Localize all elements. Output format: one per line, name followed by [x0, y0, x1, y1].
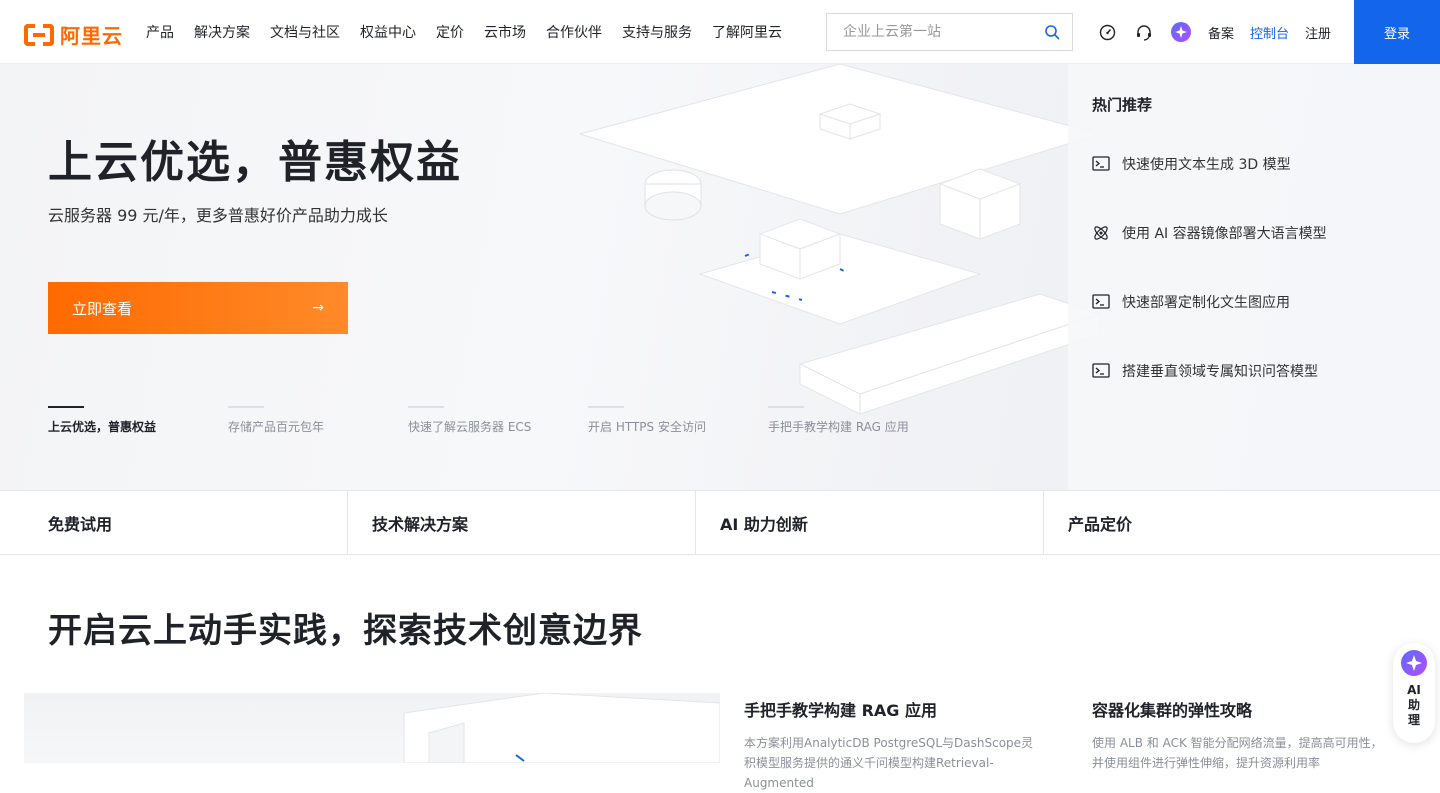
terminal-icon: [1092, 363, 1110, 378]
main-nav: 产品 解决方案 文档与社区 权益中心 定价 云市场 合作伙伴 支持与服务 了解阿…: [146, 0, 782, 64]
practice-card-desc: 使用 ALB 和 ACK 智能分配网络流量，提高高可用性，并使用组件进行弹性伸缩…: [1092, 736, 1383, 770]
ai-assistant-icon[interactable]: [1171, 22, 1191, 42]
record-link[interactable]: 备案: [1208, 23, 1234, 42]
nav-item-support[interactable]: 支持与服务: [622, 22, 692, 42]
category-tech-solutions[interactable]: 技术解决方案: [348, 491, 696, 555]
view-now-button[interactable]: 立即查看 →: [48, 282, 348, 334]
logo-mark-icon: [24, 23, 54, 46]
search-box: [826, 13, 1073, 51]
hot-item-4[interactable]: 搭建垂直领域专属知识问答模型: [1092, 361, 1318, 381]
practice-card-container[interactable]: 容器化集群的弹性攻略 使用 ALB 和 ACK 智能分配网络流量，提高高可用性，…: [1092, 697, 1392, 773]
practice-card-title: 容器化集群的弹性攻略: [1092, 701, 1253, 720]
hero-tab-3[interactable]: 快速了解云服务器 ECS: [408, 406, 588, 435]
console-link[interactable]: 控制台: [1250, 23, 1289, 42]
hero-tab-label: 手把手教学构建 RAG 应用: [768, 420, 909, 434]
category-free-trial[interactable]: 免费试用: [0, 491, 348, 555]
category-product-pricing[interactable]: 产品定价: [1044, 491, 1416, 555]
gauge-icon[interactable]: [1097, 22, 1117, 42]
ai-assistant-float-button[interactable]: AI助理: [1393, 643, 1435, 743]
hero-banner: 上云优选，普惠权益 云服务器 99 元/年，更多普惠好价产品助力成长 立即查看 …: [0, 64, 1440, 490]
hot-item-label: 使用 AI 容器镜像部署大语言模型: [1122, 226, 1327, 242]
hero-title: 上云优选，普惠权益: [48, 137, 462, 188]
hot-item-label: 快速使用文本生成 3D 模型: [1122, 157, 1291, 173]
aliyun-logo[interactable]: 阿里云: [24, 20, 123, 49]
hero-tab-indicator: [588, 406, 624, 408]
hero-tab-indicator: [48, 406, 84, 408]
hot-item-1[interactable]: 快速使用文本生成 3D 模型: [1092, 154, 1291, 174]
nav-item-pricing[interactable]: 定价: [436, 22, 464, 42]
hero-tab-label: 开启 HTTPS 安全访问: [588, 420, 706, 434]
section-title: 开启云上动手实践，探索技术创意边界: [48, 611, 643, 651]
category-ai-innovation[interactable]: AI 助力创新: [696, 491, 1044, 555]
category-bar: 免费试用 技术解决方案 AI 助力创新 产品定价: [0, 490, 1440, 555]
view-now-label: 立即查看: [72, 299, 133, 318]
practice-card-image[interactable]: [24, 693, 720, 763]
nav-item-solutions[interactable]: 解决方案: [194, 22, 250, 42]
search-input[interactable]: [843, 24, 1033, 40]
nav-item-benefits[interactable]: 权益中心: [360, 22, 416, 42]
hot-recommendations-panel: 热门推荐 快速使用文本生成 3D 模型 使用 AI 容器镜像部署大语言模型 快速…: [1068, 64, 1440, 490]
logo-text: 阿里云: [60, 24, 123, 48]
ai-sparkle-icon: [1401, 650, 1427, 676]
hero-carousel-tabs: 上云优选，普惠权益 存储产品百元包年 快速了解云服务器 ECS 开启 HTTPS…: [48, 406, 948, 435]
hot-item-3[interactable]: 快速部署定制化文生图应用: [1092, 292, 1290, 312]
terminal-icon: [1092, 294, 1110, 309]
practice-card-desc: 本方案利用AnalyticDB PostgreSQL与DashScope灵积模型…: [744, 736, 1034, 790]
hero-tab-label: 快速了解云服务器 ECS: [408, 420, 532, 434]
hero-tab-4[interactable]: 开启 HTTPS 安全访问: [588, 406, 768, 435]
nav-item-docs-community[interactable]: 文档与社区: [270, 22, 340, 42]
arrow-right-icon: →: [312, 300, 324, 316]
support-headset-icon[interactable]: [1134, 22, 1154, 42]
practice-illustration: [403, 693, 720, 763]
hero-tab-indicator: [768, 406, 804, 408]
login-button[interactable]: 登录: [1354, 0, 1440, 64]
nav-item-products[interactable]: 产品: [146, 22, 174, 42]
header-tools: 备案 控制台 注册: [1097, 0, 1347, 64]
hero-subtitle: 云服务器 99 元/年，更多普惠好价产品助力成长: [48, 206, 388, 225]
hero-tab-label: 上云优选，普惠权益: [48, 420, 157, 434]
hero-tab-1[interactable]: 上云优选，普惠权益: [48, 406, 228, 435]
register-link[interactable]: 注册: [1305, 23, 1331, 42]
hot-recommendations-title: 热门推荐: [1092, 96, 1153, 114]
hot-item-label: 搭建垂直领域专属知识问答模型: [1122, 364, 1318, 380]
ai-model-icon: [1094, 226, 1108, 240]
hero-tab-2[interactable]: 存储产品百元包年: [228, 406, 408, 435]
search-icon[interactable]: [1044, 24, 1060, 40]
ai-assistant-label: AI助理: [1407, 683, 1421, 727]
hero-tab-label: 存储产品百元包年: [228, 420, 325, 434]
top-header: 阿里云 产品 解决方案 文档与社区 权益中心 定价 云市场 合作伙伴 支持与服务…: [0, 0, 1440, 64]
nav-item-about[interactable]: 了解阿里云: [712, 22, 782, 42]
hero-tab-indicator: [408, 406, 444, 408]
hot-item-2[interactable]: 使用 AI 容器镜像部署大语言模型: [1092, 223, 1327, 243]
nav-item-marketplace[interactable]: 云市场: [484, 22, 526, 42]
practice-card-rag[interactable]: 手把手教学构建 RAG 应用 本方案利用AnalyticDB PostgreSQ…: [744, 697, 1044, 793]
nav-item-partners[interactable]: 合作伙伴: [546, 22, 602, 42]
terminal-icon: [1092, 156, 1110, 171]
hot-item-label: 快速部署定制化文生图应用: [1122, 295, 1290, 311]
practice-card-title: 手把手教学构建 RAG 应用: [744, 701, 937, 720]
hero-tab-5[interactable]: 手把手教学构建 RAG 应用: [768, 406, 948, 435]
hero-tab-indicator: [228, 406, 264, 408]
